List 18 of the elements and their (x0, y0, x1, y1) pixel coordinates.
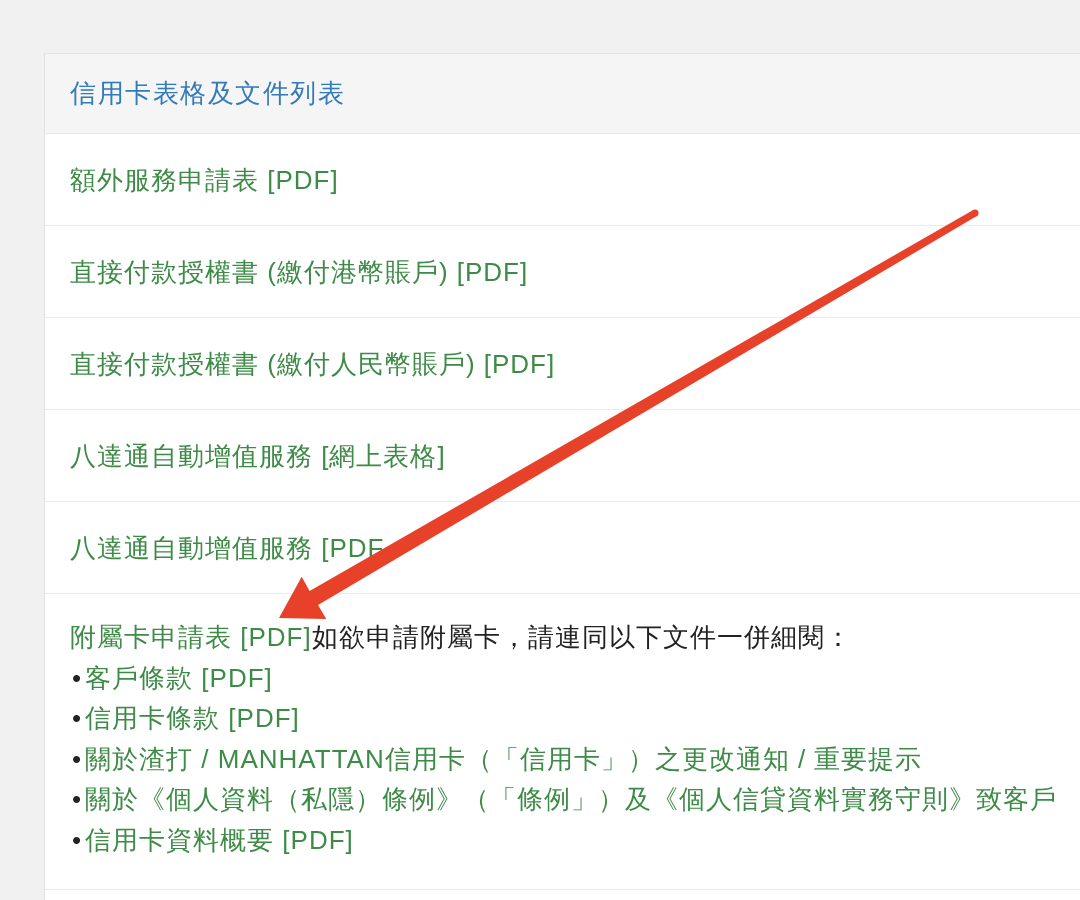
document-link[interactable]: 直接付款授權書 (繳付港幣賬戶) [PDF] (70, 257, 529, 287)
document-link[interactable]: 信用卡條款 [PDF] (85, 703, 300, 734)
list-bullet: • (72, 784, 83, 815)
instruction-text: 如欲申請附屬卡，請連同以下文件一併細閱： (311, 622, 852, 652)
document-link[interactable]: 信用卡資料概要 [PDF] (85, 824, 354, 855)
document-link[interactable]: 客戶條款 [PDF] (85, 662, 273, 693)
document-link[interactable]: 關於渣打 / MANHATTAN信用卡（「信用卡」）之更改通知 / 重要提示 (85, 743, 923, 774)
list-bullet: • (72, 662, 83, 693)
document-link[interactable]: 附屬卡申請表 [PDF] (70, 622, 312, 652)
panel-title: 信用卡表格及文件列表 (70, 77, 345, 110)
list-bullet: • (72, 824, 83, 855)
document-link[interactable]: 八達通自動增值服務 [PDF (70, 533, 385, 563)
list-bullet: • (72, 703, 83, 734)
document-link[interactable]: 八達通自動增值服務 [網上表格] (70, 441, 446, 471)
document-link[interactable]: 額外服務申請表 [PDF] (70, 165, 339, 195)
list-bullet: • (72, 743, 83, 774)
document-link[interactable]: 關於《個人資料（私隱）條例》（「條例」）及《個人信貸資料實務守則》致客戶 (85, 784, 1058, 815)
document-link[interactable]: 直接付款授權書 (繳付人民幣賬戶) [PDF] (70, 349, 556, 379)
